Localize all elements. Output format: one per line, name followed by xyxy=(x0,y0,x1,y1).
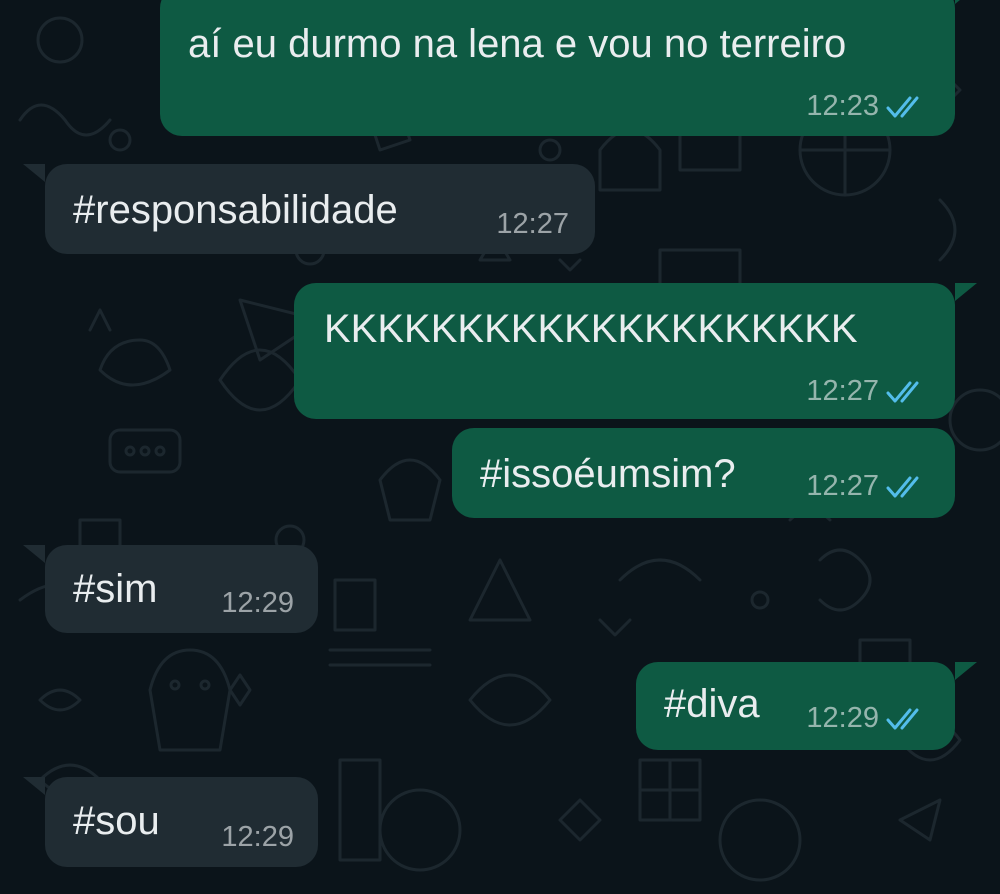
double-check-icon xyxy=(886,96,919,117)
message-time: 12:27 xyxy=(496,208,569,240)
message-text: #sou xyxy=(73,799,160,843)
message-time: 12:29 xyxy=(221,587,294,619)
message-meta: 12:27 xyxy=(806,377,929,406)
message-meta: 12:29 xyxy=(806,704,929,733)
double-check-icon xyxy=(886,708,919,729)
message-time: 12:27 xyxy=(806,375,879,407)
message-time: 12:27 xyxy=(806,470,879,502)
double-check-icon xyxy=(886,381,919,402)
message-meta: 12:27 xyxy=(496,210,569,239)
incoming-message[interactable]: #responsabilidade 12:27 xyxy=(23,164,595,254)
message-meta: 12:23 xyxy=(806,92,929,121)
message-text: aí eu durmo na lena e vou no terreiro xyxy=(188,22,847,66)
outgoing-message[interactable]: aí eu durmo na lena e vou no terreiro 12… xyxy=(160,0,977,136)
outgoing-message[interactable]: #diva 12:29 xyxy=(636,662,977,750)
outgoing-message[interactable]: KKKKKKKKKKKKKKKKKKKK 12:27 xyxy=(294,283,977,419)
message-time: 12:29 xyxy=(806,702,879,734)
outgoing-message[interactable]: #issoéumsim? 12:27 xyxy=(452,428,955,518)
message-time: 12:23 xyxy=(806,90,879,122)
chat-conversation: aí eu durmo na lena e vou no terreiro 12… xyxy=(0,0,1000,894)
message-text: #responsabilidade xyxy=(73,188,398,232)
double-check-icon xyxy=(886,476,919,497)
message-meta: 12:29 xyxy=(221,823,294,852)
message-text: #sim xyxy=(73,567,158,611)
message-text: KKKKKKKKKKKKKKKKKKKK xyxy=(324,307,858,351)
incoming-message[interactable]: #sou 12:29 xyxy=(23,777,318,867)
message-text: #issoéumsim? xyxy=(480,452,736,496)
message-meta: 12:27 xyxy=(806,472,929,501)
message-meta: 12:29 xyxy=(221,589,294,618)
incoming-message[interactable]: #sim 12:29 xyxy=(23,545,318,633)
message-text: #diva xyxy=(664,682,760,726)
message-time: 12:29 xyxy=(221,821,294,853)
